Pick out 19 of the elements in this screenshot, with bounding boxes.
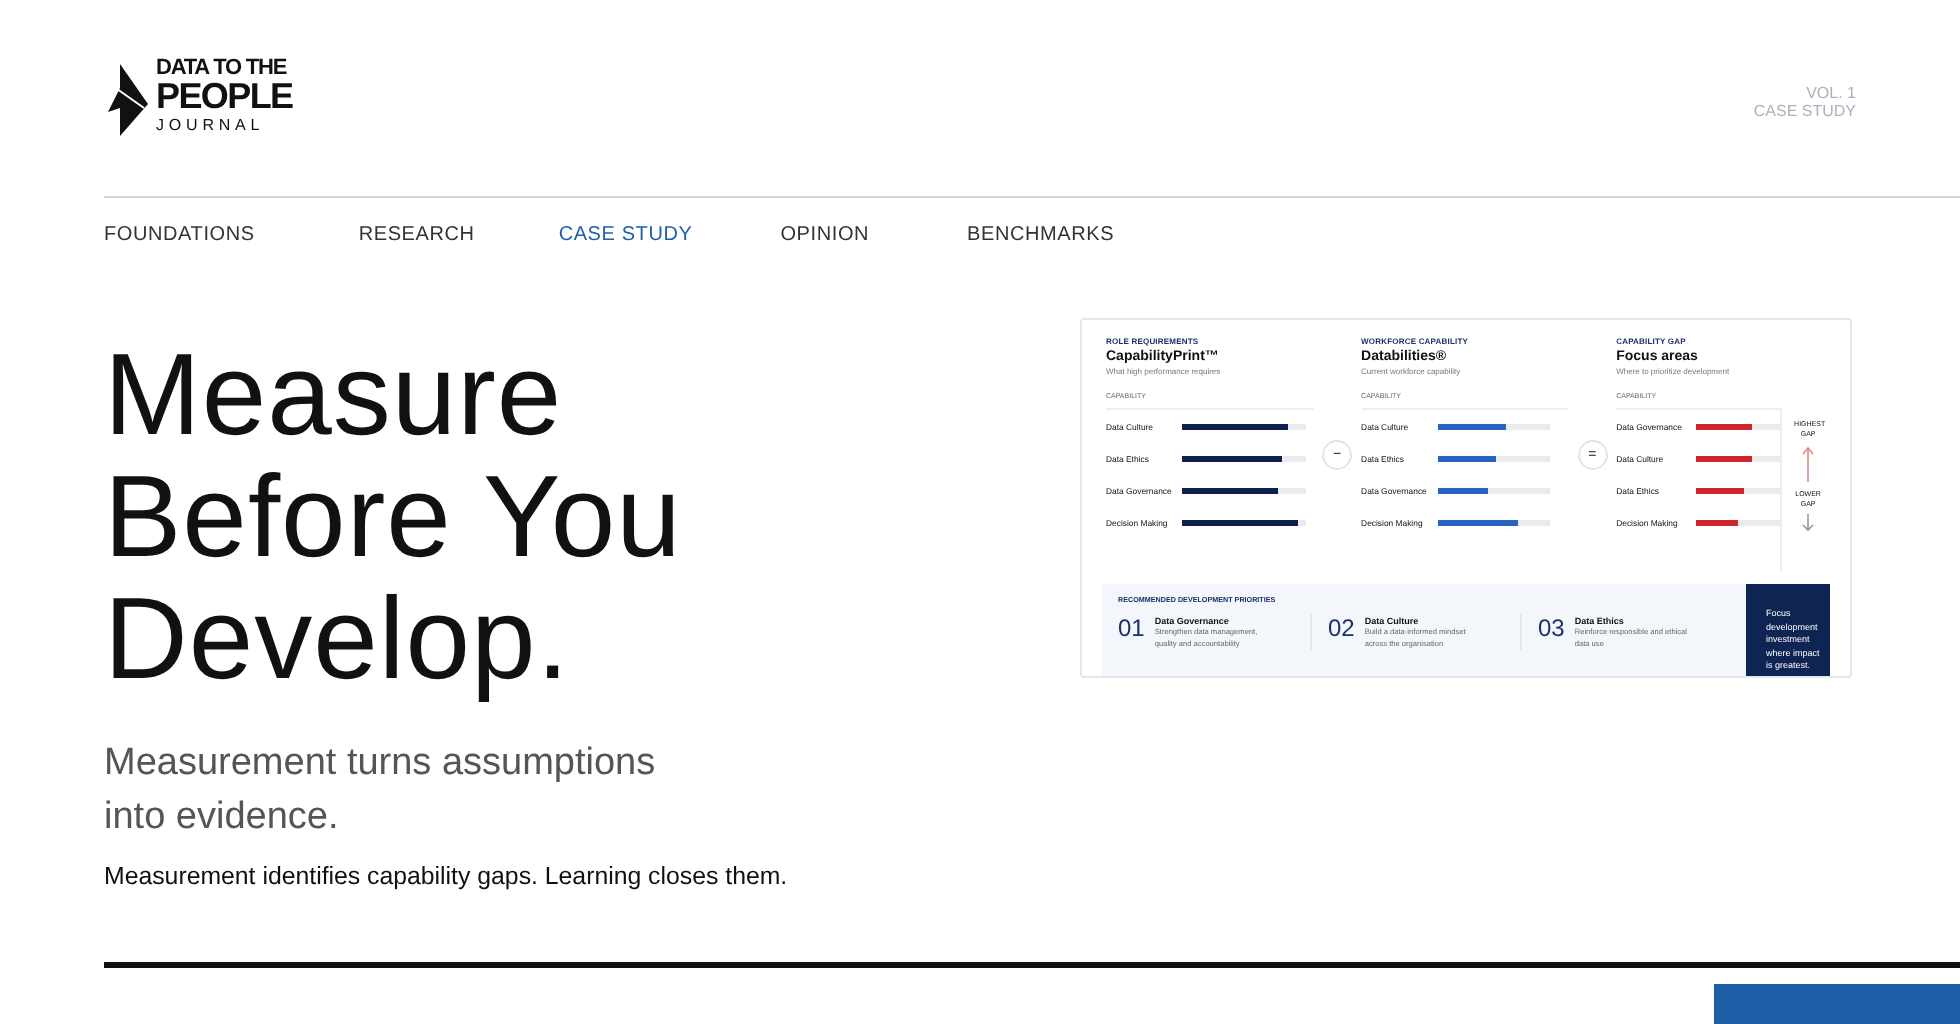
nav-tab[interactable]: BENCHMARKS — [967, 222, 1115, 248]
tagline: Measurement identifies capability gaps. Learning closes them. — [104, 862, 790, 890]
logo-text: PEOPLE — [156, 80, 293, 114]
subtitle: Measurement turns assumptions into evidence. — [104, 740, 658, 842]
priority-number: 03 — [1538, 614, 1565, 647]
arrow-up-icon — [1802, 446, 1815, 482]
arrow-down-icon — [1802, 514, 1815, 532]
nav-tab[interactable]: FOUNDATIONS — [104, 222, 255, 248]
nav-tab[interactable]: RESEARCH — [358, 222, 475, 248]
logo-text: DATA TO THE — [156, 56, 289, 80]
logo-text: JOURNAL — [156, 114, 267, 136]
logo-icon — [104, 60, 152, 140]
issue-label: VOL. 1 — [1806, 84, 1856, 102]
section-label: CASE STUDY — [1753, 102, 1856, 120]
nav-tab[interactable]: CASE STUDY — [558, 222, 693, 248]
headline: Measure Before You Develop. — [104, 334, 684, 700]
priority-number: 01 — [1118, 614, 1145, 647]
nav-tab[interactable]: OPINION — [780, 222, 870, 248]
priority-number: 02 — [1328, 614, 1355, 647]
